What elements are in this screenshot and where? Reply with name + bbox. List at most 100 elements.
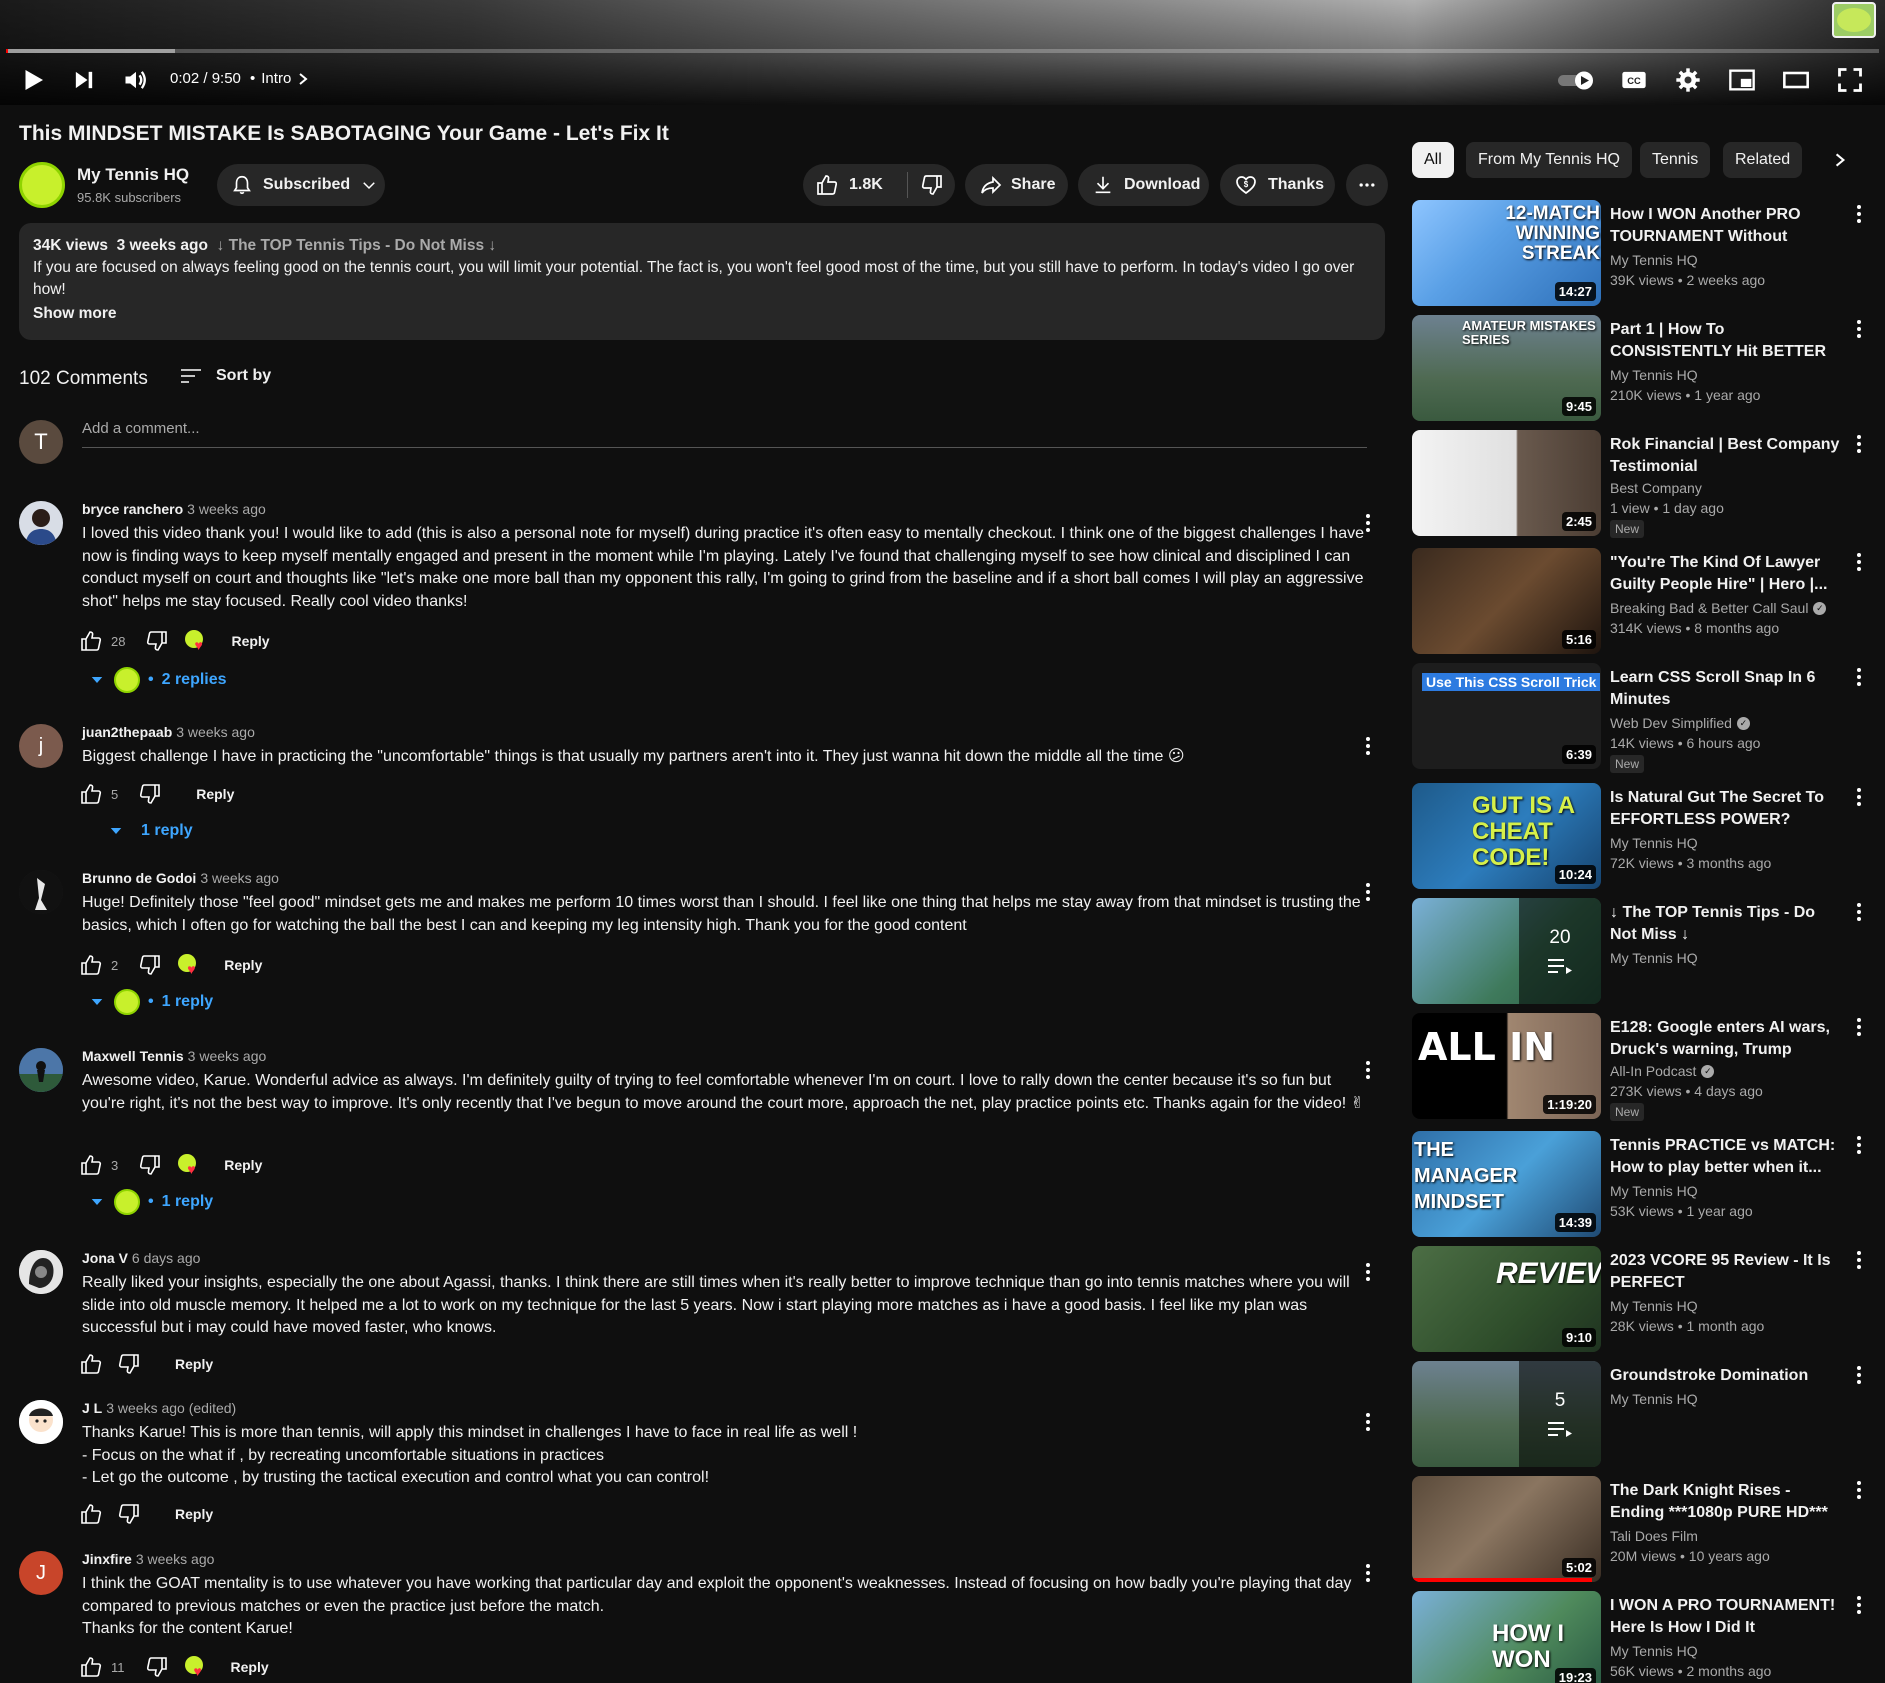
view-replies-button[interactable]: 1 reply [107,816,193,846]
commenter-avatar[interactable] [19,1400,63,1444]
video-menu-icon[interactable] [1847,1015,1871,1039]
chapter-button[interactable]: • Intro [250,70,309,87]
view-replies-button[interactable]: • 2 replies [88,665,227,695]
comment-time[interactable]: 3 weeks ago [200,870,279,886]
reply-button[interactable]: Reply [224,957,262,973]
video-menu-icon[interactable] [1847,317,1871,341]
recommended-video[interactable]: HOW I WON 19:23 I WON A PRO TOURNAMENT! … [1412,1591,1882,1683]
commenter-avatar[interactable] [19,501,63,545]
view-replies-button[interactable]: • 1 reply [88,1187,213,1217]
video-thumbnail[interactable]: AMATEUR MISTAKES SERIES 9:45 [1412,315,1601,421]
subscribe-watermark[interactable] [1832,2,1876,38]
comment-author[interactable]: juan2thepaab [82,724,172,740]
description-box[interactable]: 34K views 3 weeks ago ↓ The TOP Tennis T… [19,223,1385,340]
video-menu-icon[interactable] [1847,900,1871,924]
comment-menu-icon[interactable] [1356,1561,1380,1585]
comment-time[interactable]: 3 weeks ago [136,1551,215,1567]
view-replies-button[interactable]: • 1 reply [88,987,213,1017]
recommended-video[interactable]: THE MANAGER MINDSET 14:39 Tennis PRACTIC… [1412,1131,1882,1237]
thumbs-down-icon[interactable] [138,782,162,806]
video-title[interactable]: Tennis PRACTICE vs MATCH: How to play be… [1610,1135,1845,1179]
thumbs-up-icon[interactable] [79,1352,103,1376]
comment-time[interactable]: 3 weeks ago (edited) [106,1400,236,1416]
video-thumbnail[interactable]: 12-MATCH WINNING STREAK 14:27 [1412,200,1601,306]
video-thumbnail[interactable]: ALL IN 1:19:20 [1412,1013,1601,1119]
video-channel[interactable]: My Tennis HQ [1610,252,1698,268]
chip-tennis[interactable]: Tennis [1640,142,1711,178]
video-menu-icon[interactable] [1847,785,1871,809]
thumbs-up-icon[interactable] [79,782,103,806]
thumbs-up-icon[interactable] [79,953,103,977]
thumbs-up-icon[interactable] [79,1153,103,1177]
next-button[interactable] [70,62,98,98]
playlist-channel[interactable]: My Tennis HQ [1610,1391,1698,1407]
comment-author[interactable]: J L [82,1400,102,1416]
add-comment-input[interactable]: Add a comment... [82,420,1367,448]
thumbs-down-icon[interactable] [117,1352,141,1376]
comment-menu-icon[interactable] [1356,1410,1380,1434]
playlist-title[interactable]: Groundstroke Domination [1610,1365,1845,1387]
chips-next-button[interactable] [1822,142,1858,178]
comment-time[interactable]: 3 weeks ago [176,724,255,740]
comment-author[interactable]: Jinxfire [82,1551,132,1567]
recommended-playlist[interactable]: 5 Groundstroke Domination My Tennis HQ [1412,1361,1882,1467]
video-thumbnail[interactable]: REVIEW 9:10 [1412,1246,1601,1352]
video-thumbnail[interactable]: GUT IS A CHEAT CODE! 10:24 [1412,783,1601,889]
comment-author[interactable]: Maxwell Tennis [82,1048,184,1064]
video-thumbnail[interactable]: HOW I WON 19:23 [1412,1591,1601,1683]
video-menu-icon[interactable] [1847,550,1871,574]
recommended-video[interactable]: Use This CSS Scroll Trick 6:39 Learn CSS… [1412,663,1882,773]
reply-button[interactable]: Reply [175,1506,213,1522]
thumbs-down-icon[interactable] [145,629,169,653]
video-channel[interactable]: Web Dev Simplified ✓ [1610,715,1750,731]
video-title[interactable]: The Dark Knight Rises - Ending ***1080p … [1610,1480,1845,1524]
comment-menu-icon[interactable] [1356,880,1380,904]
commenter-avatar[interactable] [19,870,63,914]
channel-name[interactable]: My Tennis HQ [77,165,189,185]
thumbs-up-icon[interactable] [79,1502,103,1526]
channel-avatar[interactable] [19,162,65,208]
video-thumbnail[interactable]: 2:45 [1412,430,1601,536]
like-button[interactable]: 1.8K [803,173,907,197]
video-channel[interactable]: My Tennis HQ [1610,367,1698,383]
video-menu-icon[interactable] [1847,432,1871,456]
autoplay-toggle[interactable] [1556,62,1598,98]
comment-author[interactable]: Jona V [82,1250,128,1266]
more-actions-button[interactable] [1346,164,1388,206]
thumbs-down-icon[interactable] [138,1153,162,1177]
video-title[interactable]: Rok Financial | Best Company Testimonial [1610,434,1845,478]
chip-all[interactable]: All [1412,142,1454,178]
comment-menu-icon[interactable] [1356,511,1380,535]
recommended-video[interactable]: REVIEW 9:10 2023 VCORE 95 Review - It Is… [1412,1246,1882,1352]
reply-button[interactable]: Reply [196,786,234,802]
video-title[interactable]: 2023 VCORE 95 Review - It Is PERFECT [1610,1250,1845,1294]
chip-from-channel[interactable]: From My Tennis HQ [1466,142,1632,178]
reply-button[interactable]: Reply [231,1659,269,1675]
video-menu-icon[interactable] [1847,1133,1871,1157]
video-title[interactable]: I WON A PRO TOURNAMENT! Here Is How I Di… [1610,1595,1845,1639]
thumbs-up-icon[interactable] [79,1655,103,1679]
thumbs-down-icon[interactable] [145,1655,169,1679]
comment-time[interactable]: 6 days ago [132,1250,201,1266]
video-title[interactable]: How I WON Another PRO TOURNAMENT Without… [1610,204,1845,248]
video-menu-icon[interactable] [1847,1363,1871,1387]
video-thumbnail[interactable]: THE MANAGER MINDSET 14:39 [1412,1131,1601,1237]
video-menu-icon[interactable] [1847,1478,1871,1502]
dislike-button[interactable] [908,173,944,197]
commenter-avatar[interactable]: J [19,1551,63,1595]
commenter-avatar[interactable] [19,1048,63,1092]
video-channel[interactable]: Best Company [1610,480,1702,496]
video-thumbnail[interactable]: Use This CSS Scroll Trick 6:39 [1412,663,1601,769]
recommended-video[interactable]: ALL IN 1:19:20 E128: Google enters AI wa… [1412,1013,1882,1121]
theater-mode-button[interactable] [1782,62,1810,98]
play-button[interactable] [18,62,48,98]
video-channel[interactable]: My Tennis HQ [1610,1298,1698,1314]
fullscreen-button[interactable] [1836,62,1864,98]
video-channel[interactable]: My Tennis HQ [1610,1643,1698,1659]
reply-button[interactable]: Reply [175,1356,213,1372]
commenter-avatar[interactable]: j [19,724,63,768]
video-menu-icon[interactable] [1847,665,1871,689]
video-menu-icon[interactable] [1847,202,1871,226]
video-menu-icon[interactable] [1847,1248,1871,1272]
recommended-video[interactable]: 2:45 Rok Financial | Best Company Testim… [1412,430,1882,538]
